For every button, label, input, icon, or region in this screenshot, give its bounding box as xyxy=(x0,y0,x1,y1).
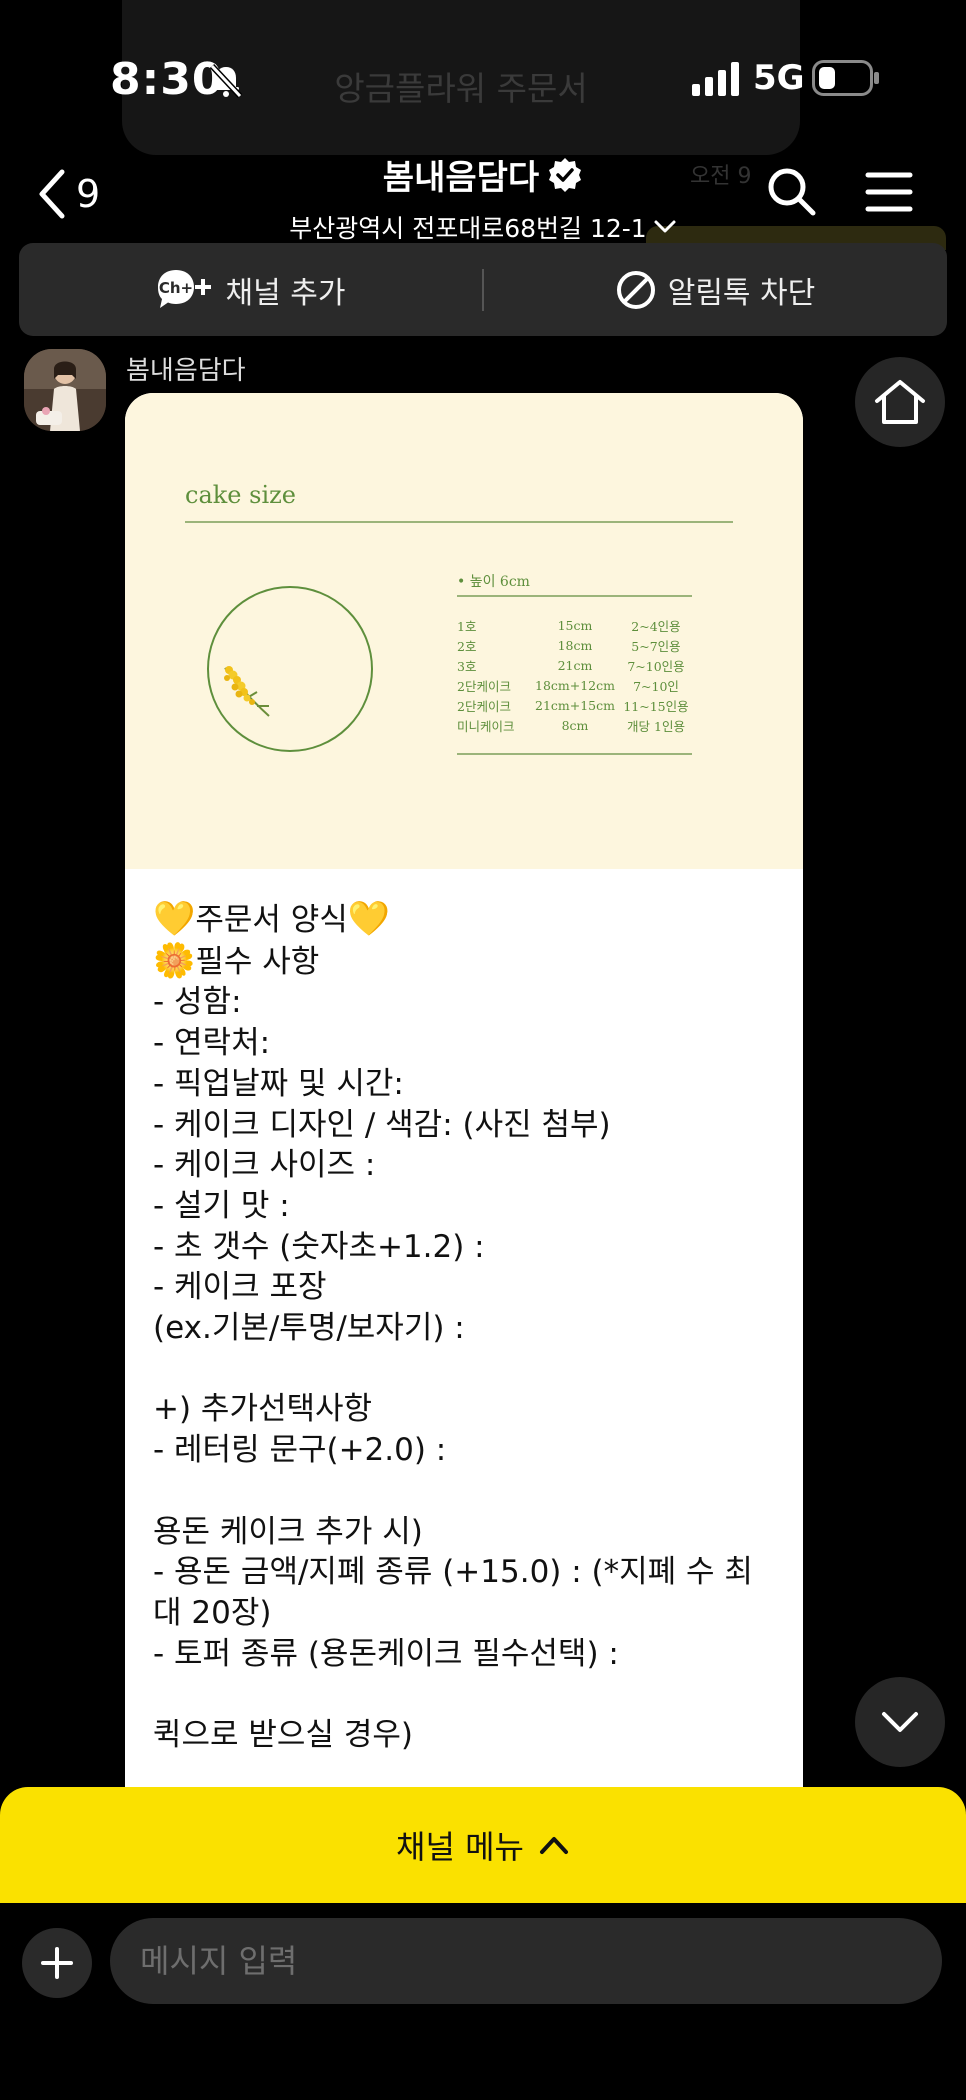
size-row: 2단케이크 21cm+15cm 11~15인용 xyxy=(457,695,697,715)
network-type: 5G xyxy=(753,58,805,98)
card-title: cake size xyxy=(185,481,296,509)
chevron-left-icon xyxy=(39,169,65,219)
form-line-candles: - 초 갯수 (숫자초+1.2) : xyxy=(153,1228,485,1265)
verified-badge-icon xyxy=(549,157,582,192)
required-section-title: 🌼필수 사항 xyxy=(153,941,777,983)
chat-header: 9 봄내음담다 부산광역시 전포대로68번길 12-1 xyxy=(0,150,966,243)
size-name: 2단케이크 xyxy=(457,678,511,694)
battery-icon xyxy=(812,60,879,96)
size-row: 1호 15cm 2~4인용 xyxy=(457,615,697,635)
bell-off-icon xyxy=(209,63,243,99)
size-table-rule-top xyxy=(457,595,692,597)
form-line-taste: - 설기 맛 : xyxy=(153,1187,290,1224)
card-title-rule xyxy=(185,521,733,523)
size-table-rule-bottom xyxy=(457,753,692,755)
scroll-down-button[interactable] xyxy=(855,1677,945,1767)
sender-avatar[interactable] xyxy=(24,349,106,431)
size-name: 미니케이크 xyxy=(457,718,515,734)
sender-name: 봄내음담다 xyxy=(126,356,246,386)
channel-action-bar: Ch+ 채널 추가 알림톡 차단 xyxy=(19,243,947,336)
size-diameter: 15cm xyxy=(557,617,593,633)
cake-height-note: • 높이 6cm xyxy=(457,574,530,590)
unread-count: 9 xyxy=(76,172,101,216)
form-line-design: - 케이크 디자인 / 색감: (사진 첨부) xyxy=(153,1106,611,1143)
size-row: 2호 18cm 5~7인용 xyxy=(457,635,697,655)
form-line-pickup: - 픽업날짜 및 시간: xyxy=(153,1065,404,1102)
block-icon xyxy=(616,270,655,309)
size-servings: 7~10인용 xyxy=(627,658,685,674)
size-row: 3호 21cm 7~10인용 xyxy=(457,655,697,675)
form-line-money: - 용돈 금액/지폐 종류 (+15.0) : (*지폐 수 최대 20장) xyxy=(153,1554,753,1631)
form-line-quick-title: 퀵으로 받으실 경우) xyxy=(153,1717,413,1754)
size-diameter: 18cm xyxy=(557,637,593,653)
size-name: 2호 xyxy=(457,638,477,654)
order-form-text: 💛주문서 양식💛 🌼필수 사항 - 성함: - 연락처: - 픽업날짜 및 시간… xyxy=(125,869,803,1756)
form-title-text: 주문서 양식 xyxy=(195,902,348,938)
size-name: 2단케이크 xyxy=(457,698,511,714)
channel-add-icon-text: Ch+ xyxy=(158,279,192,297)
order-form-title: 💛주문서 양식💛 xyxy=(153,899,777,941)
channel-title-area[interactable]: 봄내음담다 부산광역시 전포대로68번길 12-1 xyxy=(230,150,736,245)
size-servings: 5~7인용 xyxy=(631,638,681,654)
form-line-extra-title: +) 추가선택사항 xyxy=(153,1391,373,1428)
form-line-money-title: 용돈 케이크 추가 시) xyxy=(153,1513,423,1550)
size-servings: 11~15인용 xyxy=(623,698,689,714)
message-input[interactable] xyxy=(110,1918,942,2004)
chevron-up-icon xyxy=(539,1837,568,1854)
hamburger-menu-icon xyxy=(865,172,913,212)
form-line-name: - 성함: xyxy=(153,984,242,1021)
form-line-package: - 케이크 포장 xyxy=(153,1269,327,1306)
home-icon xyxy=(875,380,925,424)
chevron-down-icon xyxy=(882,1712,918,1732)
size-diameter: 18cm+12cm xyxy=(535,677,615,693)
avatar-photo xyxy=(24,349,106,431)
form-line-topper: - 토퍼 종류 (용돈케이크 필수선택) : xyxy=(153,1635,619,1672)
back-button[interactable]: 9 xyxy=(38,164,118,224)
plus-icon xyxy=(41,1947,73,1979)
form-line-package-options: (ex.기본/투명/보자기) : xyxy=(153,1310,465,1347)
add-channel-label: 채널 추가 xyxy=(225,275,346,311)
required-title-text: 필수 사항 xyxy=(195,943,320,980)
chevron-down-icon xyxy=(654,220,676,233)
mimosa-flower-icon xyxy=(224,666,270,717)
search-button[interactable] xyxy=(762,162,822,222)
size-servings: 개당 1인용 xyxy=(627,718,685,734)
size-servings: 2~4인용 xyxy=(631,618,681,634)
size-table: 1호 15cm 2~4인용 2호 18cm 5~7인용 3호 21cm 7~10… xyxy=(457,615,697,735)
cake-size-card[interactable]: cake size • 높이 6cm 1호 15cm 2~4인용 2호 18cm… xyxy=(125,393,803,869)
channel-menu-label: 채널 메뉴 xyxy=(396,1828,524,1866)
channel-address: 부산광역시 전포대로68번길 12-1 xyxy=(289,214,647,243)
channel-add-icon: Ch+ xyxy=(157,269,211,308)
size-diameter: 21cm+15cm xyxy=(535,697,615,713)
channel-menu-button[interactable]: 채널 메뉴 xyxy=(0,1787,966,1903)
signal-icon xyxy=(692,62,739,96)
yellow-heart-icon: 💛 xyxy=(347,899,391,939)
menu-button[interactable] xyxy=(859,162,919,222)
status-bar: 8:30 5G xyxy=(0,0,966,150)
add-channel-button[interactable]: Ch+ 채널 추가 xyxy=(19,243,482,336)
sunflower-icon: 🌼 xyxy=(153,940,196,981)
size-name: 3호 xyxy=(457,658,477,674)
size-diameter: 8cm xyxy=(561,717,589,733)
message-bubble[interactable]: cake size • 높이 6cm 1호 15cm 2~4인용 2호 18cm… xyxy=(125,393,803,1793)
form-line-lettering: - 레터링 문구(+2.0) : xyxy=(153,1432,447,1469)
size-servings: 7~10인 xyxy=(633,678,679,694)
attach-button[interactable] xyxy=(22,1928,92,1998)
yellow-heart-icon: 💛 xyxy=(153,899,196,939)
size-diameter: 21cm xyxy=(557,657,593,673)
size-row: 미니케이크 8cm 개당 1인용 xyxy=(457,715,697,735)
channel-title: 봄내음담다 xyxy=(382,158,540,198)
block-alimtalk-label: 알림톡 차단 xyxy=(667,275,816,311)
search-icon xyxy=(768,168,816,216)
form-line-size: - 케이크 사이즈 : xyxy=(153,1147,376,1184)
form-line-contact: - 연락처: xyxy=(153,1025,271,1062)
home-button[interactable] xyxy=(855,357,945,447)
size-row: 2단케이크 18cm+12cm 7~10인 xyxy=(457,675,697,695)
block-alimtalk-button[interactable]: 알림톡 차단 xyxy=(484,243,947,336)
size-name: 1호 xyxy=(457,618,477,634)
